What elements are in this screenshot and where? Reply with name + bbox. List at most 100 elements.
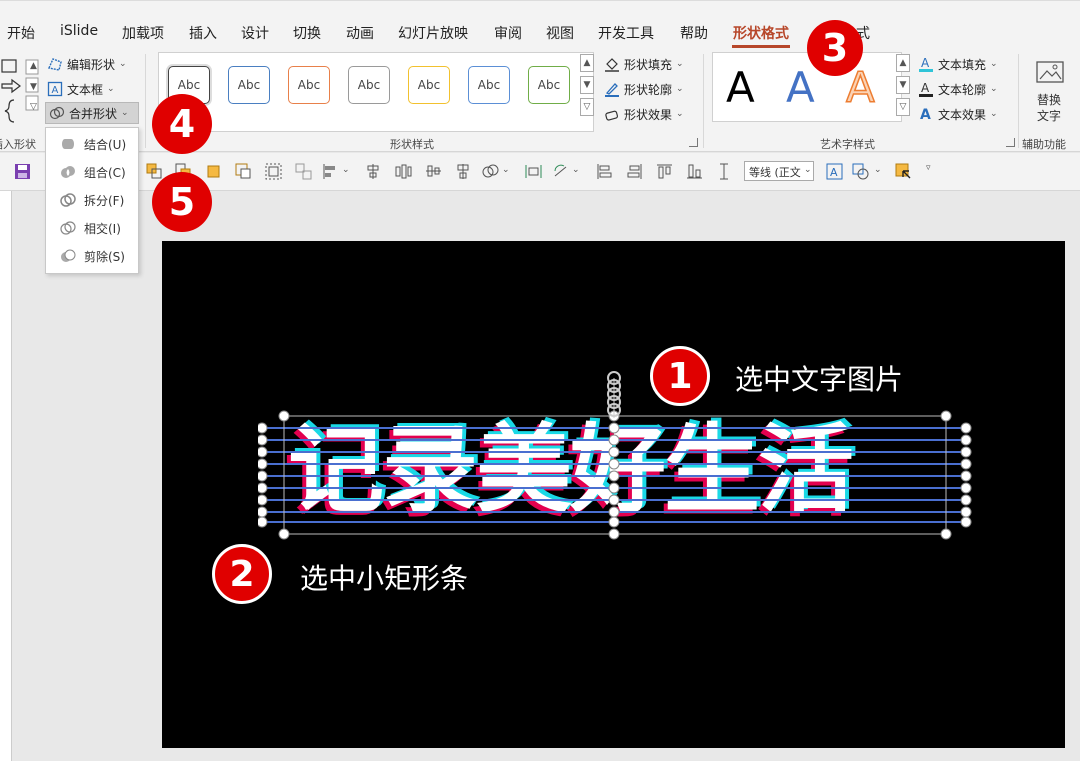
gallery-scroll-down-icon[interactable]: ▼ bbox=[30, 82, 37, 92]
text-outline-button[interactable]: A 文本轮廓 ⌄ bbox=[918, 79, 998, 99]
selection-pane-icon[interactable] bbox=[895, 163, 912, 180]
wordart-styles-launcher-icon[interactable] bbox=[1006, 138, 1015, 147]
merge-shapes-quick-icon[interactable] bbox=[482, 163, 499, 180]
chevron-down-icon[interactable]: ⌄ bbox=[804, 165, 812, 175]
image-alt-text-icon bbox=[1036, 61, 1064, 83]
tab-help[interactable]: 帮助 bbox=[680, 23, 708, 43]
gallery-more-icon[interactable]: ▽ bbox=[580, 98, 594, 116]
shape-styles-launcher-icon[interactable] bbox=[689, 138, 698, 147]
align-left-icon[interactable] bbox=[322, 163, 339, 180]
distribute-center-icon[interactable] bbox=[425, 163, 442, 180]
tab-addins[interactable]: 加载项 bbox=[122, 23, 164, 43]
group-objects-icon[interactable] bbox=[265, 163, 282, 180]
tab-home[interactable]: 开始 bbox=[7, 23, 35, 43]
customize-toolbar-icon[interactable]: ▿ bbox=[926, 163, 931, 173]
chevron-down-icon[interactable]: ⌄ bbox=[572, 165, 580, 175]
bring-forward-icon[interactable] bbox=[146, 163, 163, 180]
menu-item-combine[interactable]: 组合(C) bbox=[46, 158, 138, 186]
wordart-style-orange-outline[interactable]: A bbox=[845, 65, 875, 111]
chevron-down-icon: ⌄ bbox=[990, 109, 998, 119]
shape-effects-button[interactable]: 形状效果 ⌄ bbox=[604, 104, 684, 124]
text-box-button[interactable]: A 文本框 ⌄ bbox=[47, 79, 115, 99]
menu-item-fragment[interactable]: 拆分(F) bbox=[46, 186, 138, 214]
chevron-down-icon[interactable]: ⌄ bbox=[874, 165, 882, 175]
ungroup-objects-icon[interactable] bbox=[295, 163, 312, 180]
align-top-edge-icon[interactable] bbox=[656, 163, 673, 180]
save-icon[interactable] bbox=[14, 163, 31, 180]
align-right-edge-icon[interactable] bbox=[626, 163, 643, 180]
shape-style-swatch-4[interactable]: Abc bbox=[348, 66, 390, 104]
tab-design[interactable]: 设计 bbox=[241, 23, 269, 43]
height-icon[interactable] bbox=[716, 163, 733, 180]
menu-item-intersect[interactable]: 相交(I) bbox=[46, 214, 138, 242]
send-to-back-icon[interactable] bbox=[235, 163, 252, 180]
text-effects-button[interactable]: A 文本效果 ⌄ bbox=[918, 104, 998, 124]
menu-item-union[interactable]: 结合(U) bbox=[46, 130, 138, 158]
tab-slideshow[interactable]: 幻灯片放映 bbox=[398, 23, 468, 43]
wordart-style-black[interactable]: A bbox=[726, 66, 755, 110]
align-left-edge-icon[interactable] bbox=[596, 163, 613, 180]
swatch-text: Abc bbox=[357, 78, 381, 92]
gallery-more-icon[interactable]: ▽ bbox=[896, 98, 910, 116]
art-text-selection[interactable]: 记录美好生活 记录美好生活 记录美好生活 bbox=[258, 410, 978, 540]
tab-animations[interactable]: 动画 bbox=[346, 23, 374, 43]
chevron-down-icon[interactable]: ⌄ bbox=[502, 165, 510, 175]
tab-developer[interactable]: 开发工具 bbox=[598, 23, 654, 43]
gallery-scroll-up-icon[interactable]: ▲ bbox=[896, 54, 910, 72]
rotate-icon[interactable] bbox=[552, 163, 569, 180]
step-2-instruction: 选中小矩形条 bbox=[300, 562, 469, 595]
gallery-scroll-up-icon[interactable]: ▲ bbox=[580, 54, 594, 72]
merge-shapes-button[interactable]: 合并形状 ⌄ bbox=[45, 102, 139, 124]
shape-style-swatch-2[interactable]: Abc bbox=[228, 66, 270, 104]
bring-to-front-icon[interactable] bbox=[205, 163, 222, 180]
edit-shape-button[interactable]: 编辑形状 ⌄ bbox=[47, 54, 127, 74]
text-fill-button[interactable]: A 文本填充 ⌄ bbox=[918, 54, 998, 74]
text-box-icon: A bbox=[47, 81, 63, 97]
alt-text-label: 替换文字 bbox=[1036, 93, 1061, 123]
tab-shape-format[interactable]: 形状格式 bbox=[733, 23, 789, 43]
step-badge-2: 2 bbox=[212, 544, 272, 604]
swatch-text: Abc bbox=[477, 78, 501, 92]
rotation-handles[interactable] bbox=[602, 368, 626, 418]
shape-style-swatch-6[interactable]: Abc bbox=[468, 66, 510, 104]
group-label-accessibility: 辅助功能 bbox=[1022, 138, 1066, 151]
alt-text-button[interactable]: 替换文字 bbox=[1026, 58, 1074, 128]
gallery-scroll-up-icon[interactable]: ▲ bbox=[30, 61, 37, 71]
font-select-value: 等线 (正文 bbox=[749, 166, 801, 179]
svg-text:A: A bbox=[920, 107, 931, 122]
merge-shapes-menu: 结合(U) 组合(C) 拆分(F) 相交(I) 剪除(S) bbox=[45, 127, 139, 274]
align-middle-icon[interactable] bbox=[455, 163, 472, 180]
wordart-style-blue[interactable]: A bbox=[786, 66, 815, 110]
fragment-icon bbox=[60, 193, 76, 207]
distribute-green-icon[interactable] bbox=[525, 163, 542, 180]
tab-view[interactable]: 视图 bbox=[546, 23, 574, 43]
ribbon-divider bbox=[703, 54, 704, 148]
tab-review[interactable]: 审阅 bbox=[494, 23, 522, 43]
shape-fill-button[interactable]: 形状填充 ⌄ bbox=[604, 54, 684, 74]
tab-insert[interactable]: 插入 bbox=[189, 23, 217, 43]
chevron-down-icon[interactable]: ⌄ bbox=[342, 165, 350, 175]
group-label-shape-styles: 形状样式 bbox=[390, 138, 434, 151]
merge-shapes-icon bbox=[49, 106, 65, 120]
text-box-quick-icon[interactable]: A bbox=[826, 163, 843, 180]
gallery-scroll-down-icon[interactable]: ▼ bbox=[580, 76, 594, 94]
group-label-wordart-styles: 艺术字样式 bbox=[820, 138, 875, 151]
tab-transitions[interactable]: 切换 bbox=[293, 23, 321, 43]
shape-style-swatch-7[interactable]: Abc bbox=[528, 66, 570, 104]
text-outline-icon: A bbox=[919, 81, 933, 97]
shape-outline-button[interactable]: 形状轮廓 ⌄ bbox=[604, 79, 684, 99]
tab-islide[interactable]: iSlide bbox=[60, 23, 98, 39]
menu-item-subtract[interactable]: 剪除(S) bbox=[46, 242, 138, 270]
shape-change-icon[interactable] bbox=[852, 163, 869, 180]
gallery-scroll-down-icon[interactable]: ▼ bbox=[896, 76, 910, 94]
shape-style-swatch-3[interactable]: Abc bbox=[288, 66, 330, 104]
align-center-icon[interactable] bbox=[365, 163, 382, 180]
shape-style-swatch-5[interactable]: Abc bbox=[408, 66, 450, 104]
merge-shapes-label: 合并形状 bbox=[69, 106, 118, 121]
slide-thumbnail-pane[interactable] bbox=[0, 191, 12, 761]
gallery-more-icon[interactable]: ▽ bbox=[30, 102, 37, 112]
distribute-horizontal-icon[interactable] bbox=[395, 163, 412, 180]
align-bottom-edge-icon[interactable] bbox=[686, 163, 703, 180]
svg-text:A: A bbox=[921, 56, 930, 70]
shape-effects-label: 形状效果 bbox=[624, 107, 673, 122]
